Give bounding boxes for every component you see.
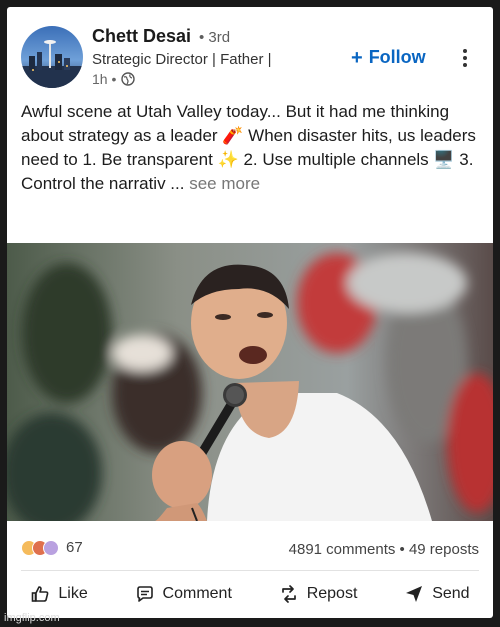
send-label: Send (432, 585, 470, 602)
author-name[interactable]: Chett Desai (92, 26, 191, 47)
post-meta: 1h • (92, 71, 136, 87)
engagement-bar: 67 4891 comments • 49 reposts (7, 537, 493, 561)
follow-button[interactable]: + Follow (351, 47, 426, 68)
post-card: Chett Desai • 3rd Strategic Director | F… (7, 7, 493, 618)
comment-icon (136, 586, 153, 602)
repost-label: Repost (306, 585, 358, 602)
dot-icon (463, 63, 467, 67)
dot-icon (463, 49, 467, 53)
dot-icon (463, 56, 467, 60)
action-bar: Like Comment Repost Send (7, 579, 493, 609)
like-label: Like (58, 585, 88, 602)
city-skyline-icon (21, 40, 83, 88)
send-button[interactable]: Send (404, 579, 470, 609)
reaction-count: 67 (66, 539, 83, 556)
like-button[interactable]: Like (30, 579, 88, 609)
follow-label: Follow (368, 47, 426, 67)
post-time: 1h • (92, 71, 117, 87)
thumbs-up-icon (32, 586, 49, 602)
send-icon (406, 586, 423, 602)
plus-icon: + (351, 46, 363, 69)
globe-icon (121, 72, 136, 86)
more-options-button[interactable] (458, 49, 472, 71)
watermark: imgflip.com (4, 612, 60, 624)
comment-button[interactable]: Comment (135, 579, 232, 609)
connection-degree: • 3rd (199, 29, 231, 46)
speaker-photo (7, 243, 493, 521)
reactions[interactable]: 67 (21, 539, 83, 556)
comment-repost-stats[interactable]: 4891 comments • 49 reposts (289, 541, 479, 558)
repost-icon (281, 585, 296, 603)
post-image[interactable] (7, 243, 493, 521)
avatar[interactable] (21, 26, 83, 88)
insightful-icon (43, 539, 59, 556)
divider (21, 570, 479, 571)
author-headline: Strategic Director | Father | (92, 51, 272, 68)
see-more-link[interactable]: see more (189, 174, 260, 193)
comment-label: Comment (162, 585, 232, 602)
repost-button[interactable]: Repost (279, 579, 358, 609)
post-body: Awful scene at Utah Valley today... But … (21, 100, 483, 196)
